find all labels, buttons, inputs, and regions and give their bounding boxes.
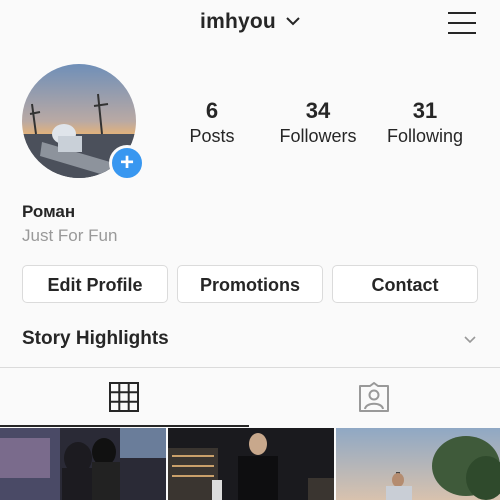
grid-icon xyxy=(109,382,139,417)
followers-count: 34 xyxy=(305,98,331,123)
tagged-person-icon xyxy=(358,382,390,417)
grid-post-3[interactable] xyxy=(336,428,500,500)
hamburger-menu-icon[interactable] xyxy=(446,10,478,36)
full-name: Роман xyxy=(22,202,76,221)
stat-followers[interactable]: 34 Followers xyxy=(263,98,373,147)
edit-profile-button[interactable]: Edit Profile xyxy=(22,265,168,303)
tab-tagged[interactable] xyxy=(250,368,500,426)
following-count: 31 xyxy=(412,98,438,123)
plus-icon: + xyxy=(119,149,134,176)
posts-count: 6 xyxy=(205,98,219,123)
chevron-down-icon[interactable] xyxy=(463,332,477,344)
contact-button[interactable]: Contact xyxy=(332,265,478,303)
chevron-down-icon xyxy=(286,8,300,32)
tab-grid[interactable] xyxy=(0,368,249,426)
promotions-button[interactable]: Promotions xyxy=(177,265,323,303)
stat-following[interactable]: 31 Following xyxy=(370,98,480,147)
top-bar: imhyou xyxy=(0,0,500,48)
username-switcher[interactable]: imhyou xyxy=(0,10,500,34)
username-label: imhyou xyxy=(200,10,276,33)
posts-label: Posts xyxy=(189,126,235,146)
grid-post-2[interactable] xyxy=(168,428,334,500)
active-tab-indicator xyxy=(0,425,249,427)
bio-text: Just For Fun xyxy=(22,226,118,245)
grid-post-1[interactable] xyxy=(0,428,166,500)
add-story-button[interactable]: + xyxy=(109,145,145,181)
stat-posts[interactable]: 6 Posts xyxy=(157,98,267,147)
story-highlights-title[interactable]: Story Highlights xyxy=(22,328,169,350)
following-label: Following xyxy=(386,126,464,146)
followers-label: Followers xyxy=(279,126,357,146)
